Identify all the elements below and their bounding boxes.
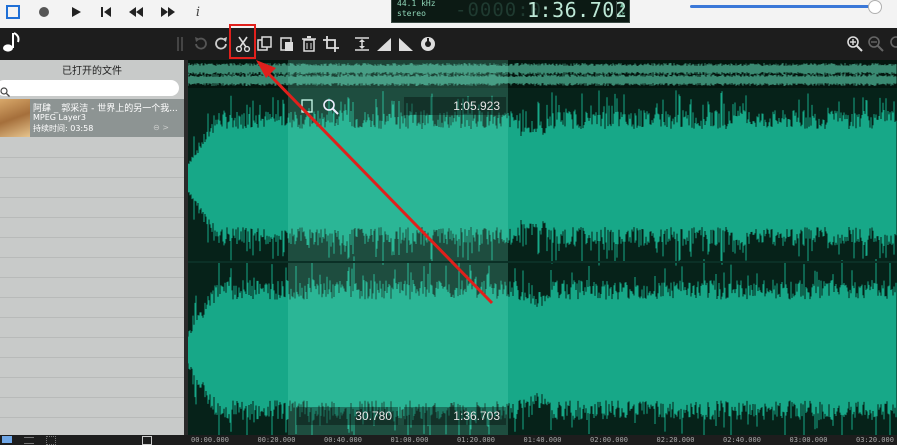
row-divider bbox=[0, 257, 184, 258]
search-input[interactable] bbox=[0, 80, 179, 97]
selection-start-label: 30.780 bbox=[296, 407, 398, 425]
edit-toolbar bbox=[0, 28, 897, 60]
view-mode-bar bbox=[0, 435, 188, 445]
time-ruler[interactable]: 00:00.000 00:20.000 00:40.000 01:00.000 01:2… bbox=[188, 435, 897, 445]
row-divider bbox=[0, 177, 184, 178]
grid-view-icon[interactable] bbox=[46, 436, 56, 445]
copy-icon[interactable] bbox=[255, 34, 275, 54]
ruler-label: 03:00.000 bbox=[789, 436, 828, 444]
paste-icon[interactable] bbox=[277, 34, 297, 54]
undo-icon[interactable] bbox=[190, 34, 210, 54]
stop-icon[interactable] bbox=[1, 1, 25, 23]
row-divider bbox=[0, 157, 184, 158]
row-divider bbox=[0, 197, 184, 198]
zoom-fit-icon[interactable] bbox=[886, 34, 897, 54]
channel-mode: stereo bbox=[397, 9, 426, 18]
ruler-label: 01:00.000 bbox=[390, 436, 429, 444]
zoom-in-icon[interactable] bbox=[845, 34, 865, 54]
file-list-item[interactable]: 阿肆 _ 郭采洁 - 世界上的另一个我... MPEG Layer3 持续时间:… bbox=[0, 99, 184, 137]
fast-forward-icon[interactable] bbox=[156, 1, 180, 23]
ruler-label: 00:00.000 bbox=[191, 436, 229, 444]
ruler-label: 02:20.000 bbox=[656, 436, 695, 444]
waveform-canvas bbox=[188, 60, 897, 435]
volume-slider-knob[interactable] bbox=[868, 0, 882, 14]
thumbnail-icon[interactable] bbox=[142, 436, 152, 445]
current-time: 1:36.702 bbox=[527, 0, 628, 22]
grip-handle-icon[interactable] bbox=[170, 34, 190, 54]
display-mode-toggle[interactable]: ▲ ⟳ bbox=[616, 1, 627, 19]
fade-in-icon[interactable] bbox=[374, 34, 394, 54]
row-divider bbox=[0, 217, 184, 218]
row-divider bbox=[0, 417, 184, 418]
volume-slider[interactable] bbox=[690, 5, 880, 8]
normalize-icon[interactable] bbox=[352, 34, 372, 54]
row-divider bbox=[0, 397, 184, 398]
time-display: 44.1 kHz stereo -0000:0 1:36.702 ▲ ⟳ bbox=[391, 0, 630, 23]
effect-icon[interactable] bbox=[418, 34, 438, 54]
skip-back-icon[interactable] bbox=[94, 1, 118, 23]
link-icon[interactable]: ⊖ > bbox=[153, 123, 169, 132]
opened-files-panel: 已打开的文件 阿肆 _ 郭采洁 - 世界上的另一个我... MPEG Layer… bbox=[0, 60, 184, 445]
cursor-time-label: 1:05.923 bbox=[404, 97, 506, 115]
row-divider bbox=[0, 237, 184, 238]
detail-view-icon[interactable] bbox=[24, 437, 34, 444]
file-format: MPEG Layer3 bbox=[33, 113, 86, 122]
row-divider bbox=[0, 357, 184, 358]
fade-out-icon[interactable] bbox=[396, 34, 416, 54]
info-label: i bbox=[195, 4, 201, 20]
zoom-out-icon[interactable] bbox=[866, 34, 886, 54]
row-divider bbox=[0, 277, 184, 278]
ruler-label: 02:40.000 bbox=[723, 436, 761, 444]
panel-title: 已打开的文件 bbox=[62, 66, 122, 77]
ruler-label: 01:40.000 bbox=[523, 436, 562, 444]
album-thumbnail bbox=[0, 99, 30, 137]
record-icon[interactable] bbox=[32, 1, 56, 23]
list-view-icon[interactable] bbox=[2, 436, 12, 443]
ruler-label: 00:40.000 bbox=[324, 436, 362, 444]
selection-region[interactable] bbox=[288, 60, 508, 435]
row-divider bbox=[0, 377, 184, 378]
ruler-label: 01:20.000 bbox=[457, 436, 495, 444]
ruler-label: 02:00.000 bbox=[590, 436, 628, 444]
ruler-label: 03:20.000 bbox=[856, 436, 894, 444]
waveform-view[interactable]: 1:05.923 30.780 1:36.703 bbox=[188, 60, 897, 435]
row-divider bbox=[0, 337, 184, 338]
rewind-icon[interactable] bbox=[124, 1, 148, 23]
crop-icon[interactable] bbox=[321, 34, 341, 54]
music-note-icon bbox=[2, 32, 22, 52]
play-icon[interactable] bbox=[64, 1, 88, 23]
sample-rate: 44.1 kHz bbox=[397, 0, 436, 8]
info-icon[interactable]: i bbox=[186, 1, 210, 23]
row-divider bbox=[0, 317, 184, 318]
cut-highlight-box bbox=[229, 24, 256, 59]
transport-bar: i 44.1 kHz stereo -0000:0 1:36.702 ▲ ⟳ bbox=[0, 0, 897, 28]
row-divider bbox=[0, 297, 184, 298]
file-duration: 持续时间: 03:58 bbox=[33, 124, 94, 133]
selection-end-label: 1:36.703 bbox=[404, 407, 506, 425]
ruler-label: 00:20.000 bbox=[257, 436, 296, 444]
delete-icon[interactable] bbox=[299, 34, 319, 54]
